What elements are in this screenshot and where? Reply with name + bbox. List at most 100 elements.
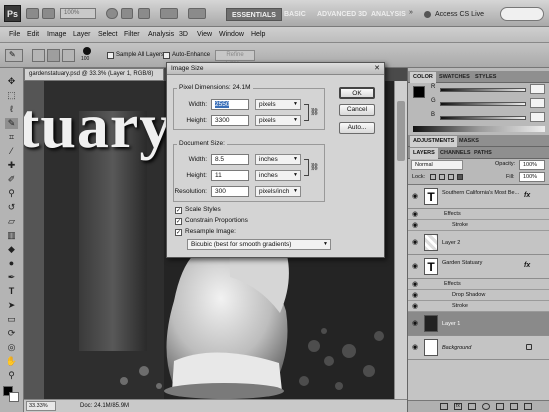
pixel-height-input[interactable]: 3300 [211, 115, 249, 126]
visibility-eye-icon[interactable]: ◉ [412, 263, 420, 271]
slider-track[interactable] [440, 88, 526, 92]
resolution-input[interactable]: 300 [211, 186, 249, 197]
effects-row[interactable]: ◉ Effects [408, 279, 549, 290]
visibility-eye-icon[interactable]: ◉ [412, 344, 420, 352]
new-group-icon[interactable] [496, 403, 504, 410]
fill-field[interactable]: 100% [519, 172, 545, 182]
tab-layers[interactable]: LAYERS [410, 148, 438, 159]
brush-picker[interactable]: 100 [81, 47, 93, 64]
pixel-width-input[interactable]: 2550 [211, 99, 249, 110]
layer-row[interactable]: ◉ T Garden Statuary fx [408, 255, 549, 279]
subtract-from-selection-icon[interactable] [62, 49, 75, 62]
menu-help[interactable]: Help [248, 27, 268, 43]
zoom-tool-icon[interactable] [121, 8, 133, 19]
visibility-eye-icon[interactable]: ◉ [412, 222, 420, 230]
workspace-basic[interactable]: BASIC [279, 8, 311, 21]
menu-image[interactable]: Image [44, 27, 69, 43]
mini-bridge-icon[interactable] [42, 8, 55, 19]
menu-layer[interactable]: Layer [70, 27, 94, 43]
tab-styles[interactable]: STYLES [472, 72, 499, 83]
menu-edit[interactable]: Edit [24, 27, 42, 43]
document-tab[interactable]: gardenstatuary.psd @ 33.3% (Layer 1, RGB… [24, 68, 164, 81]
more-workspaces-icon[interactable]: » [409, 9, 413, 16]
3d-orbit-tool-icon[interactable]: ◎ [5, 342, 18, 353]
visibility-eye-icon[interactable]: ◉ [412, 211, 420, 219]
refine-edge-button[interactable]: Refine Edge... [215, 50, 255, 67]
effects-row[interactable]: ◉ Effects [408, 209, 549, 220]
doc-height-input[interactable]: 11 [211, 170, 249, 181]
menu-view[interactable]: View [194, 27, 215, 43]
effect-row[interactable]: ◉ Drop Shadow [408, 290, 549, 301]
move-tool-icon[interactable]: ✥ [5, 76, 18, 87]
menu-select[interactable]: Select [95, 27, 120, 43]
menu-filter[interactable]: Filter [121, 27, 143, 43]
history-brush-tool-icon[interactable]: ↺ [5, 202, 18, 213]
doc-width-input[interactable]: 8.5 [211, 154, 249, 165]
resample-method-select[interactable]: Bicubic (best for smooth gradients) ▼ [187, 239, 331, 250]
lock-all-icon[interactable] [457, 174, 463, 180]
delete-layer-icon[interactable] [524, 403, 532, 410]
lock-transparent-icon[interactable] [430, 174, 436, 180]
color-slider-g[interactable]: G [428, 98, 546, 108]
slider-value-field[interactable] [530, 112, 545, 122]
type-tool-icon[interactable]: T [5, 286, 18, 297]
slider-value-field[interactable] [530, 98, 545, 108]
eyedropper-tool-icon[interactable]: ⁄ [5, 146, 18, 157]
slider-value-field[interactable] [530, 84, 545, 94]
auto-button[interactable]: Auto... [339, 122, 375, 134]
layer-row[interactable]: ◉ T Southern California's Most Be... fx [408, 185, 549, 209]
opacity-field[interactable]: 100% [519, 160, 545, 170]
blur-tool-icon[interactable]: ◆ [5, 244, 18, 255]
workspace-essentials[interactable]: ESSENTIALS [226, 8, 282, 21]
lock-position-icon[interactable] [448, 174, 454, 180]
scale-styles-checkbox[interactable]: ✓ [175, 207, 182, 214]
search-input[interactable] [500, 7, 544, 21]
tab-swatches[interactable]: SWATCHES [436, 72, 473, 83]
brush-tool-icon[interactable]: ✐ [5, 174, 18, 185]
fx-icon[interactable]: fx [524, 262, 530, 269]
ok-button[interactable]: OK [339, 87, 375, 99]
background-color-swatch[interactable] [9, 392, 19, 402]
visibility-eye-icon[interactable]: ◉ [412, 292, 420, 300]
effect-row[interactable]: ◉ Stroke [408, 220, 549, 231]
tab-channels[interactable]: CHANNELS [437, 148, 474, 159]
layer-row[interactable]: ◉ Layer 2 [408, 231, 549, 255]
tab-adjustments[interactable]: ADJUSTMENTS [410, 136, 458, 147]
visibility-eye-icon[interactable]: ◉ [412, 239, 420, 247]
doc-width-unit-select[interactable]: inches ▼ [255, 154, 301, 165]
hand-tool-icon-2[interactable]: ✋ [5, 356, 18, 367]
eraser-tool-icon[interactable]: ▱ [5, 216, 18, 227]
new-selection-icon[interactable] [32, 49, 45, 62]
vertical-scrollbar[interactable] [394, 81, 407, 399]
path-selection-tool-icon[interactable]: ➤ [5, 300, 18, 311]
layer-row[interactable]: ◉ Background [408, 336, 549, 360]
close-icon[interactable]: ✕ [373, 65, 381, 73]
effect-row[interactable]: ◉ Stroke [408, 301, 549, 312]
scroll-thumb[interactable] [397, 101, 405, 161]
rotate-view-icon[interactable] [138, 8, 150, 19]
shape-tool-icon[interactable]: ▭ [5, 314, 18, 325]
color-ramp[interactable] [413, 126, 545, 132]
tool-preset-picker[interactable]: ✎ [5, 49, 23, 62]
clone-stamp-tool-icon[interactable]: ⚲ [5, 188, 18, 199]
quick-selection-tool-icon[interactable]: ✎ [5, 118, 18, 129]
healing-brush-tool-icon[interactable]: ✚ [5, 160, 18, 171]
slider-track[interactable] [440, 116, 526, 120]
add-mask-icon[interactable] [468, 403, 476, 410]
menu-3d[interactable]: 3D [176, 27, 191, 43]
workspace-advanced-3d[interactable]: ADVANCED 3D [312, 8, 372, 21]
pen-tool-icon[interactable]: ✒ [5, 272, 18, 283]
gradient-tool-icon[interactable]: ▥ [5, 230, 18, 241]
resample-image-checkbox[interactable]: ✓ [175, 229, 182, 236]
zoom-level-select[interactable]: 100% [60, 8, 96, 19]
arrange-documents-icon[interactable] [160, 8, 178, 19]
3d-rotate-tool-icon[interactable]: ⟳ [5, 328, 18, 339]
resolution-unit-select[interactable]: pixels/inch ▼ [255, 186, 301, 197]
marquee-tool-icon[interactable]: ⬚ [5, 90, 18, 101]
color-slider-r[interactable]: R [428, 84, 546, 94]
fx-icon[interactable]: fx [524, 192, 530, 199]
new-adjustment-layer-icon[interactable] [482, 403, 490, 410]
lock-pixels-icon[interactable] [439, 174, 445, 180]
slider-track[interactable] [440, 102, 526, 106]
color-foreground-swatch[interactable] [413, 86, 425, 98]
